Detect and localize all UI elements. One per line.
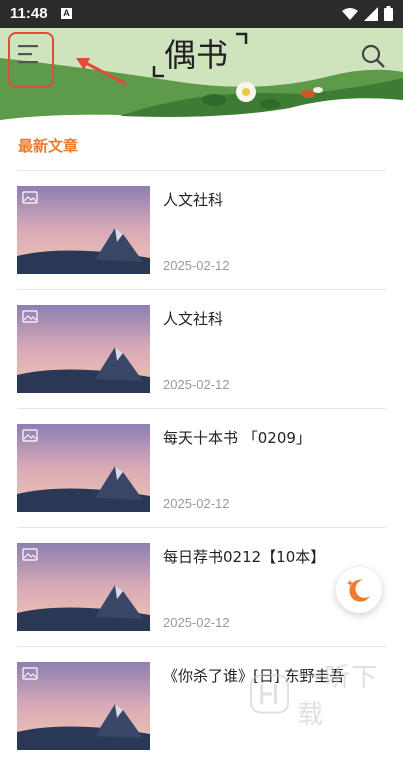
article-date: 2025-02-12 — [163, 496, 230, 511]
article-thumbnail — [17, 424, 150, 512]
article-date: 2025-02-12 — [163, 258, 230, 273]
article-title: 人文社科 — [163, 310, 224, 328]
search-icon[interactable] — [360, 43, 386, 69]
status-time: 11:48 — [10, 5, 48, 22]
article-thumbnail — [17, 186, 150, 274]
article-item[interactable]: 人文社科 2025-02-12 — [17, 170, 386, 289]
watermark-logo-icon — [250, 674, 290, 714]
app-logo: 偶书 — [150, 30, 250, 82]
article-thumbnail — [17, 662, 150, 750]
night-mode-button[interactable] — [336, 567, 382, 613]
arrow-annotation — [76, 58, 127, 86]
watermark: 一听下载 — [250, 663, 403, 730]
logo-text: 偶书 — [164, 36, 228, 74]
watermark-text: 一听下载 — [297, 663, 379, 730]
article-thumbnail — [17, 305, 150, 393]
article-title: 每天十本书 「0209」 — [163, 429, 311, 447]
article-thumbnail — [17, 543, 150, 631]
sim-icon: A — [61, 8, 72, 19]
section-title: 最新文章 — [18, 137, 79, 155]
status-bar: 11:48 A — [0, 0, 403, 28]
article-item[interactable]: 人文社科 2025-02-12 — [17, 289, 386, 408]
moon-icon — [347, 579, 370, 602]
menu-icon[interactable] — [18, 44, 40, 64]
article-title: 人文社科 — [163, 191, 224, 209]
battery-icon — [384, 6, 393, 21]
logo-brackets: 偶书 — [152, 32, 248, 78]
article-date: 2025-02-12 — [163, 377, 230, 392]
signal-icon — [364, 6, 378, 21]
article-item[interactable]: 每天十本书 「0209」 2025-02-12 — [17, 408, 386, 527]
wifi-icon — [342, 7, 358, 20]
article-title: 每日荐书0212【10本】 — [163, 548, 326, 566]
article-date: 2025-02-12 — [163, 615, 230, 630]
article-item[interactable]: 每日荐书0212【10本】 2025-02-12 — [17, 527, 386, 646]
status-icons — [342, 6, 393, 21]
